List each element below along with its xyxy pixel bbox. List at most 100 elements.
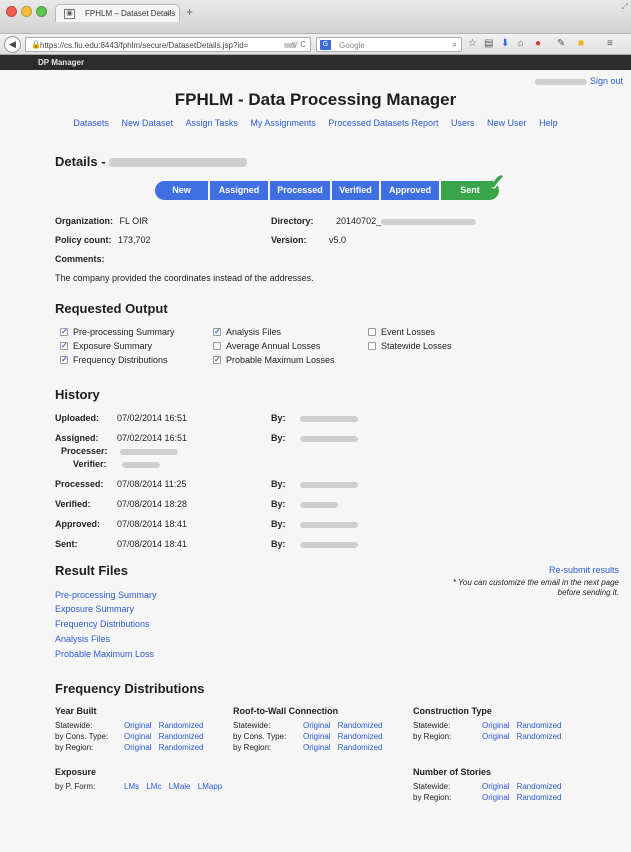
user-row: Sign out — [535, 76, 623, 86]
output-event-losses-checkbox[interactable]: Event Losses — [368, 327, 435, 337]
original-link[interactable]: Original — [124, 721, 152, 730]
google-icon[interactable]: G — [320, 40, 331, 50]
nav-processed-report[interactable]: Processed Datasets Report — [328, 118, 438, 128]
verifier-label: Verifier: — [73, 459, 160, 469]
nav-new-user[interactable]: New User — [487, 118, 527, 128]
reload-icon[interactable]: ▽ C — [292, 40, 306, 49]
original-link[interactable]: Original — [124, 732, 152, 741]
sign-out-link[interactable]: Sign out — [590, 76, 623, 86]
redacted-user — [299, 435, 358, 442]
original-link[interactable]: Original — [482, 732, 510, 741]
nav-datasets[interactable]: Datasets — [73, 118, 109, 128]
output-analysis-files-checkbox[interactable]: ✓ Analysis Files — [213, 327, 281, 337]
nav-help[interactable]: Help — [539, 118, 558, 128]
tab-close-icon[interactable]: × — [166, 8, 171, 18]
zoom-window-button[interactable] — [36, 6, 47, 17]
randomized-link[interactable]: Randomized — [159, 732, 204, 741]
lmc-link[interactable]: LMc — [146, 782, 161, 791]
construction-region-links: Original Randomized — [482, 732, 562, 741]
reading-list-icon[interactable]: ▤ — [484, 39, 493, 49]
output-preprocessing-checkbox[interactable]: ✓ Pre-processing Summary — [60, 327, 175, 337]
minimize-window-button[interactable] — [21, 6, 32, 17]
checkbox-icon[interactable]: ✓ — [60, 342, 68, 350]
title-bar: ▣ FPHLM – Dataset Details × + ⤢ — [0, 0, 631, 34]
original-link[interactable]: Original — [303, 721, 331, 730]
history-processed-label: Processed: — [55, 479, 104, 489]
checkbox-icon[interactable]: ✓ — [213, 356, 221, 364]
checkbox-icon[interactable] — [368, 342, 376, 350]
nav-new-dataset[interactable]: New Dataset — [121, 118, 173, 128]
history-processed-by: By: — [271, 479, 358, 489]
randomized-link[interactable]: Randomized — [338, 732, 383, 741]
result-frequency-link[interactable]: Frequency Distributions — [55, 619, 150, 629]
year-built-cons-type-links: Original Randomized — [124, 732, 204, 741]
search-icon[interactable]: ⌕ — [453, 40, 457, 50]
new-tab-button[interactable]: + — [186, 5, 193, 19]
url-bar[interactable]: 🔒 https://cs.fiu.edu:8443/fphlm/secure/D… — [25, 37, 311, 52]
original-link[interactable]: Original — [303, 732, 331, 741]
randomized-link[interactable]: Randomized — [517, 732, 562, 741]
close-window-button[interactable] — [6, 6, 17, 17]
randomized-link[interactable]: Randomized — [159, 721, 204, 730]
original-link[interactable]: Original — [482, 721, 510, 730]
history-uploaded-label: Uploaded: — [55, 413, 99, 423]
history-sent-date: 07/08/2014 18:41 — [117, 539, 188, 549]
roof-cons-type-label: by Cons. Type: — [233, 732, 287, 741]
result-analysis-link[interactable]: Analysis Files — [55, 634, 110, 644]
checkbox-icon[interactable]: ✓ — [60, 328, 68, 336]
result-preprocessing-link[interactable]: Pre-processing Summary — [55, 590, 157, 600]
randomized-link[interactable]: Randomized — [517, 782, 562, 791]
result-pml-link[interactable]: Probable Maximum Loss — [55, 649, 154, 659]
resubmit-results-link[interactable]: Re-submit results — [549, 565, 619, 575]
output-aal-checkbox[interactable]: Average Annual Losses — [213, 341, 320, 351]
resize-icon[interactable]: ⤢ — [622, 2, 628, 12]
checkbox-icon[interactable] — [368, 328, 376, 336]
step-verified: Verified — [332, 181, 379, 200]
exposure-pform-label: by P. Form: — [55, 782, 96, 791]
lmale-link[interactable]: LMale — [169, 782, 191, 791]
original-link[interactable]: Original — [482, 793, 510, 802]
menu-icon[interactable]: ≡ — [607, 39, 613, 49]
download-icon[interactable]: ⬇ — [501, 39, 509, 49]
history-approved-date: 07/08/2014 18:41 — [117, 519, 188, 529]
year-built-statewide-label: Statewide: — [55, 721, 93, 730]
lmapp-link[interactable]: LMapp — [198, 782, 222, 791]
nav-assign-tasks[interactable]: Assign Tasks — [186, 118, 238, 128]
browser-window: ▣ FPHLM – Dataset Details × + ⤢ ◀ 🔒 http… — [0, 0, 631, 852]
checkbox-icon[interactable]: ✓ — [213, 328, 221, 336]
nav-users[interactable]: Users — [451, 118, 475, 128]
lms-link[interactable]: LMs — [124, 782, 139, 791]
redacted-user — [299, 501, 338, 508]
adblock-icon[interactable]: ● — [535, 39, 541, 49]
browser-tab[interactable]: ▣ FPHLM – Dataset Details × — [55, 4, 180, 22]
checkbox-icon[interactable]: ✓ — [60, 356, 68, 364]
redacted-dataset-name — [109, 158, 248, 168]
randomized-link[interactable]: Randomized — [338, 743, 383, 752]
home-icon[interactable]: ⌂ — [518, 39, 524, 49]
output-pml-checkbox[interactable]: ✓ Probable Maximum Losses — [213, 355, 335, 365]
output-frequency-checkbox[interactable]: ✓ Frequency Distributions — [60, 355, 168, 365]
output-statewide-losses-checkbox[interactable]: Statewide Losses — [368, 341, 452, 351]
addon-icon[interactable]: ■ — [578, 39, 584, 49]
requested-output-heading: Requested Output — [55, 301, 168, 316]
output-exposure-checkbox[interactable]: ✓ Exposure Summary — [60, 341, 152, 351]
original-link[interactable]: Original — [482, 782, 510, 791]
randomized-link[interactable]: Randomized — [517, 721, 562, 730]
stories-statewide-label: Statewide: — [413, 782, 451, 791]
tools-icon[interactable]: ✎ — [557, 39, 565, 49]
checkbox-icon[interactable] — [213, 342, 221, 350]
randomized-link[interactable]: Randomized — [517, 793, 562, 802]
exposure-title: Exposure — [55, 767, 97, 777]
history-heading: History — [55, 387, 100, 402]
search-input[interactable]: G Google ⌕ — [316, 37, 462, 52]
randomized-link[interactable]: Randomized — [159, 743, 204, 752]
nav-my-assignments[interactable]: My Assignments — [250, 118, 316, 128]
processer-label: Processer: — [61, 446, 178, 456]
back-button[interactable]: ◀ — [4, 36, 21, 53]
bookmark-star-icon[interactable]: ☆ — [468, 39, 477, 49]
randomized-link[interactable]: Randomized — [338, 721, 383, 730]
result-exposure-link[interactable]: Exposure Summary — [55, 604, 134, 614]
original-link[interactable]: Original — [124, 743, 152, 752]
original-link[interactable]: Original — [303, 743, 331, 752]
construction-type-title: Construction Type — [413, 706, 492, 716]
